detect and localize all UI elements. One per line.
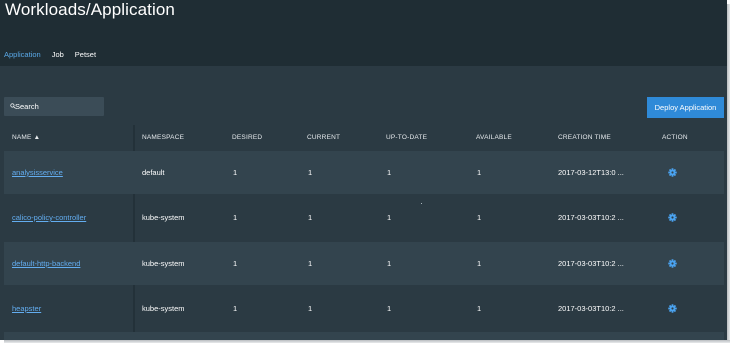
tab-application[interactable]: Application — [4, 50, 41, 59]
workload-tabs: Application Job Petset — [4, 50, 107, 59]
table-row: default-http-backend kube-system 1 1 1 1… — [4, 242, 724, 285]
application-name-link[interactable]: default-http-backend — [12, 259, 80, 268]
column-header-namespace: NAMESPACE — [142, 133, 185, 141]
available-cell: 1 — [477, 304, 482, 313]
table-header: NAME ▲ NAMESPACE DESIRED CURRENT UP-TO-D… — [4, 126, 724, 148]
creation-time-cell: 2017-03-03T10:2 ... — [558, 213, 624, 222]
namespace-cell: kube-system — [142, 304, 185, 313]
gear-icon[interactable] — [668, 304, 677, 313]
creation-time-cell: 2017-03-03T10:2 ... — [558, 304, 624, 313]
desired-cell: 1 — [233, 168, 238, 177]
available-cell: 1 — [477, 259, 482, 268]
search-input[interactable]: Search — [4, 97, 104, 116]
deploy-application-button[interactable]: Deploy Application — [647, 97, 724, 118]
tab-petset[interactable]: Petset — [75, 50, 96, 59]
gear-icon[interactable] — [668, 259, 677, 268]
gear-icon[interactable] — [668, 213, 677, 222]
page-title: Workloads/Application — [5, 0, 175, 19]
desired-cell: 1 — [233, 213, 238, 222]
creation-time-cell: 2017-03-12T13:0 ... — [558, 168, 624, 177]
column-header-creation-time: CREATION TIME — [558, 133, 611, 141]
current-cell: 1 — [308, 304, 313, 313]
app-window: Workloads/Application Application Job Pe… — [0, 0, 727, 340]
table-row: calico-policy-controller kube-system 1 1… — [4, 196, 724, 239]
column-header-uptodate: UP-TO-DATE — [386, 133, 428, 141]
page-header: Workloads/Application Application Job Pe… — [0, 0, 727, 66]
divider-dot — [421, 203, 422, 204]
current-cell: 1 — [308, 259, 313, 268]
uptodate-cell: 1 — [387, 213, 392, 222]
creation-time-cell: 2017-03-03T10:2 ... — [558, 259, 624, 268]
application-name-link[interactable]: calico-policy-controller — [12, 213, 86, 222]
column-header-action: ACTION — [662, 133, 688, 141]
table-row: heapster kube-system 1 1 1 1 2017-03-03T… — [4, 287, 724, 330]
column-header-name[interactable]: NAME ▲ — [12, 126, 40, 148]
namespace-cell: kube-system — [142, 259, 185, 268]
current-cell: 1 — [308, 213, 313, 222]
namespace-cell: default — [142, 168, 165, 177]
available-cell: 1 — [477, 168, 482, 177]
table-row: analysisservice default 1 1 1 1 2017-03-… — [4, 151, 724, 194]
column-header-current: CURRENT — [307, 133, 341, 141]
uptodate-cell: 1 — [387, 259, 392, 268]
current-cell: 1 — [308, 168, 313, 177]
namespace-cell: kube-system — [142, 213, 185, 222]
available-cell: 1 — [477, 213, 482, 222]
table-row — [4, 332, 724, 340]
uptodate-cell: 1 — [387, 304, 392, 313]
application-name-link[interactable]: analysisservice — [12, 168, 63, 177]
column-header-available: AVAILABLE — [476, 133, 512, 141]
search-placeholder: Search — [15, 102, 39, 111]
tab-job[interactable]: Job — [52, 50, 64, 59]
desired-cell: 1 — [233, 259, 238, 268]
uptodate-cell: 1 — [387, 168, 392, 177]
gear-icon[interactable] — [668, 168, 677, 177]
application-name-link[interactable]: heapster — [12, 304, 41, 313]
column-header-desired: DESIRED — [232, 133, 263, 141]
desired-cell: 1 — [233, 304, 238, 313]
